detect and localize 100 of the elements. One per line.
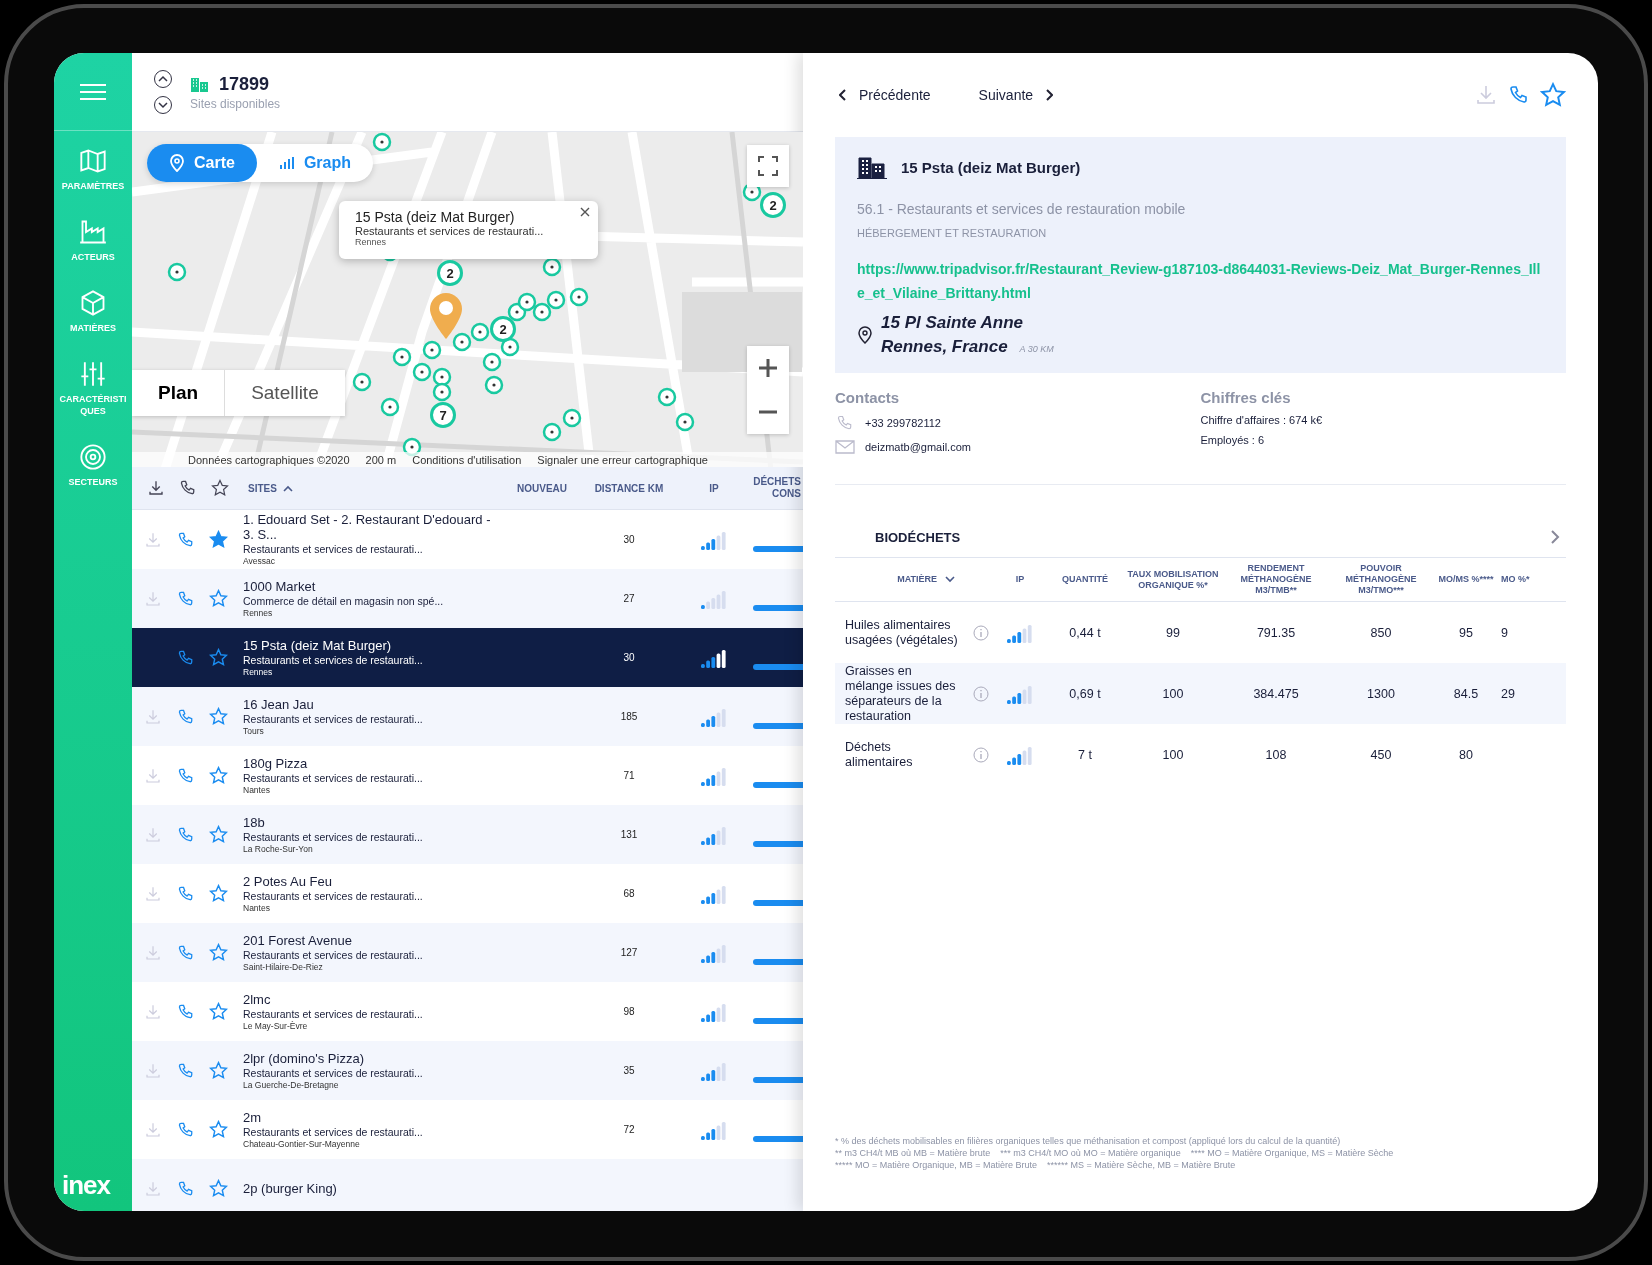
logo: inex xyxy=(62,1170,112,1201)
footnote: ** m3 CH4/t MB où MB = Matière brute *** m3 CH4/t MO où MO = Matière organique **** MO = Matière Organique, MS = Matière Sèche xyxy=(835,1147,1395,1159)
table-cell: 99 xyxy=(1166,625,1180,640)
mail-icon[interactable] xyxy=(835,440,855,454)
chevron-up-icon xyxy=(158,75,168,83)
table-cell: 0,69 t xyxy=(1069,686,1101,701)
waste-bar xyxy=(753,781,803,788)
site-name: 201 Forest Avenue xyxy=(243,932,353,948)
column-header[interactable]: SITES xyxy=(248,482,277,494)
distance-value: 185 xyxy=(620,711,638,722)
info-icon[interactable] xyxy=(973,624,989,641)
next-link[interactable]: Suivante xyxy=(978,87,1054,103)
site-city: Chateau-Gontier-Sur-Mayenne xyxy=(243,1138,361,1150)
table-cell: 791.35 xyxy=(1256,625,1296,640)
popup-city: Rennes xyxy=(355,237,388,247)
site-row[interactable]: 16 Jean Jau Restaurants et services de restaurati... Tours 185 xyxy=(132,687,803,746)
distance-value: 71 xyxy=(623,770,635,781)
table-cell: 84.5 xyxy=(1453,686,1479,701)
fullscreen-button[interactable] xyxy=(747,145,789,187)
table-cell: 9 xyxy=(1501,625,1508,640)
building-icon xyxy=(190,76,210,92)
distance-value: 27 xyxy=(623,593,635,604)
site-category: Commerce de détail en magasin non spé... xyxy=(243,593,445,608)
column-header: MO %* xyxy=(1501,574,1530,585)
distance-value: 68 xyxy=(623,888,635,899)
site-name: 1. Edouard Set - 2. Restaurant D'edouard - 3. S... xyxy=(243,512,491,542)
map-link[interactable]: Signaler une erreur cartographique xyxy=(537,454,708,466)
site-city: Nantes xyxy=(243,902,271,914)
waste-bar xyxy=(753,604,803,611)
star-icon[interactable] xyxy=(209,589,228,608)
column-header: IP xyxy=(708,482,720,494)
map-type-tab[interactable]: Plan xyxy=(132,370,226,416)
table-cell: 1300 xyxy=(1367,686,1395,701)
star-icon[interactable] xyxy=(209,766,228,785)
column-header: MO/MS %**** xyxy=(1438,574,1494,585)
map-link[interactable]: Conditions d'utilisation xyxy=(412,454,522,466)
key-figure: Employés : 6 xyxy=(1200,434,1266,446)
site-name: 2lpr (domino's Pizza) xyxy=(243,1050,365,1066)
site-row[interactable]: 15 Psta (deiz Mat Burger) Restaurants et services de restaurati... Rennes 30 xyxy=(132,628,803,687)
site-title: 15 Psta (deiz Mat Burger) xyxy=(901,158,1081,176)
star-icon[interactable] xyxy=(209,648,228,667)
site-name: 2p (burger King) xyxy=(243,1181,338,1196)
column-header[interactable]: MATIÈRE xyxy=(897,574,937,585)
waste-bar xyxy=(753,1135,803,1142)
chevron-right-icon[interactable] xyxy=(1550,529,1560,545)
site-name: 15 Psta (deiz Mat Burger) xyxy=(243,637,393,653)
site-row[interactable]: 201 Forest Avenue Restaurants et services de restaurati... Saint-Hilaire-De-Riez 127 xyxy=(132,923,803,982)
activity-code: 56.1 - Restaurants et services de restauration mobile xyxy=(857,201,1187,217)
star-icon[interactable] xyxy=(209,884,228,903)
location-icon xyxy=(857,326,873,344)
distance-value: 98 xyxy=(623,1006,635,1017)
section-title: BIODÉCHETS xyxy=(875,529,961,545)
site-city: Rennes xyxy=(243,607,274,619)
table-cell: 7 t xyxy=(1078,747,1092,762)
site-row[interactable]: 2lpr (domino's Pizza) Restaurants et services de restaurati... La Guerche-De-Bretagne 35 xyxy=(132,1041,803,1100)
table-cell: 80 xyxy=(1459,747,1473,762)
chevron-down-icon[interactable] xyxy=(945,576,955,583)
sliders-icon xyxy=(79,360,107,388)
popup-category: Restaurants et services de restaurati... xyxy=(355,225,545,237)
site-name: 180g Pizza xyxy=(243,755,309,771)
table-cell: 95 xyxy=(1459,625,1473,640)
phone-icon[interactable] xyxy=(179,479,197,497)
pin-icon xyxy=(169,154,185,172)
location-pin-icon xyxy=(428,292,464,340)
star-icon[interactable] xyxy=(209,1061,228,1080)
key-figure: Chiffre d'affaires : 674 k€ xyxy=(1200,414,1324,426)
fullscreen-icon xyxy=(758,156,778,176)
minus-icon xyxy=(758,410,778,414)
star-icon[interactable] xyxy=(1540,82,1566,108)
address-line: 15 Pl Sainte Anne xyxy=(881,312,1025,334)
star-icon[interactable] xyxy=(209,707,228,726)
target-icon xyxy=(79,443,107,471)
info-icon[interactable] xyxy=(973,685,989,702)
star-icon[interactable] xyxy=(209,530,228,549)
waste-bar xyxy=(753,545,803,552)
star-icon[interactable] xyxy=(209,1179,228,1198)
star-icon[interactable] xyxy=(211,479,229,497)
site-row[interactable]: 2p (burger King) xyxy=(132,1159,803,1211)
popup-title: 15 Psta (deiz Mat Burger) xyxy=(355,209,516,225)
close-button[interactable] xyxy=(578,205,592,219)
table-cell: 100 xyxy=(1162,686,1184,701)
close-icon xyxy=(580,207,590,217)
star-icon[interactable] xyxy=(209,1120,228,1139)
star-icon[interactable] xyxy=(209,943,228,962)
star-icon[interactable] xyxy=(209,1002,228,1021)
star-icon[interactable] xyxy=(209,825,228,844)
material-name: Déchets alimentaires xyxy=(845,739,914,770)
previous-link[interactable]: Précédente xyxy=(839,87,931,103)
section-heading: Chiffres clés xyxy=(1200,389,1292,406)
map-type-tab[interactable]: Satellite xyxy=(225,370,345,416)
site-city: La Roche-Sur-Yon xyxy=(243,843,314,855)
table-cell: 108 xyxy=(1265,747,1287,762)
site-row[interactable]: 1000 Market Commerce de détail en magasin non spé... Rennes 27 xyxy=(132,569,803,628)
phone-icon[interactable] xyxy=(176,648,195,667)
distance-value: 127 xyxy=(620,947,638,958)
sort-ascending-icon[interactable] xyxy=(282,484,293,492)
site-row[interactable]: 18b Restaurants et services de restaurati... La Roche-Sur-Yon 131 xyxy=(132,805,803,864)
menu-icon xyxy=(79,82,107,101)
download-icon[interactable] xyxy=(147,479,165,497)
info-icon[interactable] xyxy=(973,746,989,763)
